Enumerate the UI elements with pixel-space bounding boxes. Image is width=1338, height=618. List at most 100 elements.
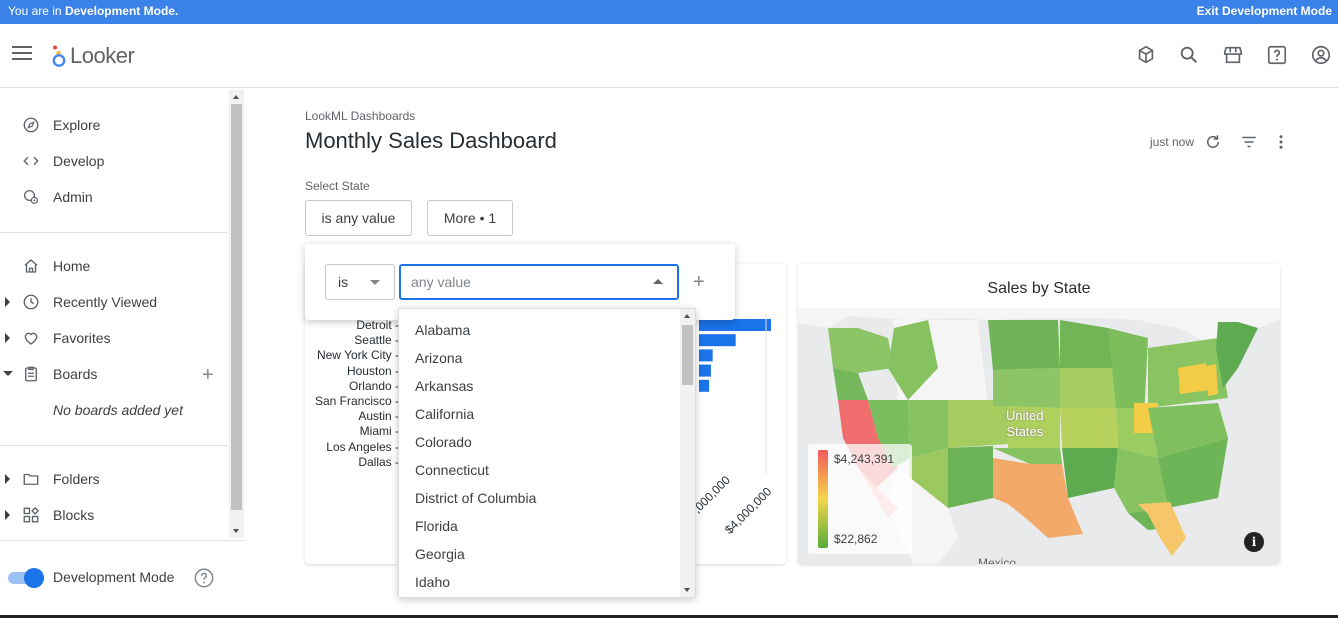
folder-icon	[23, 473, 39, 485]
menu-icon[interactable]	[12, 46, 32, 62]
help-circle-icon[interactable]	[193, 567, 215, 589]
sidebar-scroll-thumb[interactable]	[231, 104, 242, 510]
home-icon	[24, 259, 38, 273]
expand-caret-icon[interactable]	[5, 333, 10, 343]
sidebar-item-recently-viewed[interactable]: Recently Viewed	[0, 287, 228, 317]
compass-icon	[23, 117, 39, 133]
top-bar: Looker	[0, 24, 1338, 88]
expand-caret-icon[interactable]	[5, 297, 10, 307]
sidebar-item-develop[interactable]: Develop	[0, 146, 228, 176]
dev-mode-message: You are in Development Mode.	[8, 4, 179, 18]
city-axis-label: Houston -	[346, 363, 399, 378]
breadcrumb[interactable]: LookML Dashboards	[305, 109, 415, 123]
info-icon[interactable]: i	[1244, 532, 1264, 552]
scroll-up-icon[interactable]	[233, 95, 239, 99]
code-icon	[23, 156, 39, 166]
state-option[interactable]: District of Columbia	[415, 490, 536, 506]
logo-text: Looker	[70, 43, 135, 68]
collapse-caret-icon[interactable]	[3, 371, 13, 376]
search-icon[interactable]	[1178, 44, 1200, 66]
help-icon[interactable]	[1266, 44, 1288, 66]
expand-caret-icon[interactable]	[5, 510, 10, 520]
state-region	[1060, 368, 1118, 408]
sidebar-item-label: Folders	[53, 471, 100, 487]
city-axis-label: Dallas -	[358, 454, 399, 469]
dev-mode-banner: You are in Development Mode. Exit Develo…	[0, 0, 1338, 24]
options-scroll-thumb[interactable]	[682, 325, 693, 385]
state-option[interactable]: Idaho	[415, 574, 450, 590]
filter-icon[interactable]	[1240, 133, 1258, 151]
sidebar-divider	[0, 445, 228, 446]
legend-gradient	[818, 450, 828, 548]
bar-orlando[interactable]	[699, 379, 710, 392]
state-region	[948, 400, 1008, 448]
bar-new-york-city[interactable]	[699, 349, 713, 362]
heart-icon	[24, 332, 38, 345]
sidebar-item-admin[interactable]: Admin	[0, 182, 228, 212]
state-option[interactable]: Georgia	[415, 546, 465, 562]
operator-value: is	[338, 274, 349, 290]
scroll-down-icon[interactable]	[233, 529, 239, 533]
development-mode-label: Development Mode	[53, 569, 175, 585]
store-icon[interactable]	[1222, 44, 1244, 66]
filter-label: Select State	[305, 179, 370, 193]
board-icon	[25, 366, 37, 382]
operator-select[interactable]: is	[325, 264, 395, 300]
neighbor-country-label: Mexico	[978, 556, 1017, 564]
city-axis-label: Orlando -	[348, 378, 399, 393]
bar-houston[interactable]	[699, 364, 711, 377]
sales-by-state-tile: Sales by State United States Mexico $4,2…	[798, 264, 1280, 564]
pennsylvania-region	[1178, 363, 1210, 394]
legend-max-label: $4,243,391	[834, 452, 895, 466]
refresh-icon[interactable]	[1204, 133, 1222, 151]
more-filters-button[interactable]: More • 1	[427, 200, 513, 236]
scroll-down-icon[interactable]	[684, 588, 690, 592]
state-region	[993, 368, 1060, 408]
legend-min-label: $22,862	[834, 532, 878, 546]
state-option[interactable]: Florida	[415, 518, 458, 534]
city-axis-label: Seattle -	[354, 333, 399, 348]
exit-dev-mode-link[interactable]: Exit Development Mode	[1197, 4, 1332, 18]
marketplace-icon[interactable]	[1135, 44, 1157, 66]
add-condition-plus-icon[interactable]: +	[693, 272, 705, 292]
state-option[interactable]: Colorado	[415, 434, 472, 450]
page-title: Monthly Sales Dashboard	[305, 128, 557, 153]
sidebar-item-explore[interactable]: Explore	[0, 110, 228, 140]
sidebar-item-blocks[interactable]: Blocks	[0, 500, 228, 530]
sidebar-item-folders[interactable]: Folders	[0, 464, 228, 494]
bar-detroit[interactable]	[699, 319, 771, 331]
add-board-plus-icon[interactable]: +	[202, 365, 214, 385]
dropdown-arrow-icon	[370, 280, 380, 285]
sidebar-item-boards[interactable]: Boards	[0, 359, 228, 389]
sidebar-item-home[interactable]: Home	[0, 251, 228, 281]
collapse-arrow-icon[interactable]	[653, 279, 663, 284]
city-axis-label: Austin -	[358, 409, 399, 424]
expand-caret-icon[interactable]	[5, 474, 10, 484]
filter-value-input[interactable]	[399, 264, 679, 300]
state-option[interactable]: Arizona	[415, 350, 462, 366]
sidebar-item-label: Admin	[53, 189, 93, 205]
city-axis-label: Los Angeles -	[326, 439, 399, 454]
country-label: United States	[1006, 408, 1044, 439]
tile-title: Sales by State	[987, 280, 1091, 297]
bar-seattle[interactable]	[699, 334, 736, 347]
account-icon[interactable]	[1310, 44, 1332, 66]
state-options-list: Alabama Arizona Arkansas California Colorado…	[398, 308, 696, 598]
last-updated-text: just now	[1150, 135, 1195, 149]
sidebar-item-label: Recently Viewed	[53, 294, 158, 310]
more-vert-icon[interactable]	[1272, 133, 1290, 151]
city-axis-label: New York City -	[316, 348, 399, 363]
city-axis-label: Miami -	[359, 424, 399, 439]
sidebar-item-favorites[interactable]: Favorites	[0, 323, 228, 353]
clock-icon	[23, 294, 39, 310]
state-option[interactable]: California	[415, 406, 474, 422]
options-scrollbar[interactable]	[680, 309, 695, 597]
state-option[interactable]: Alabama	[415, 322, 470, 338]
sidebar-scrollbar[interactable]	[229, 90, 244, 538]
state-option[interactable]: Arkansas	[415, 378, 473, 394]
scroll-up-icon[interactable]	[684, 314, 690, 318]
state-filter-button[interactable]: is any value	[305, 200, 412, 236]
sidebar-divider	[0, 232, 228, 233]
state-option[interactable]: Connecticut	[415, 462, 489, 478]
us-state-map[interactable]: United States Mexico $4,243,391 $22,862 i	[798, 308, 1280, 564]
